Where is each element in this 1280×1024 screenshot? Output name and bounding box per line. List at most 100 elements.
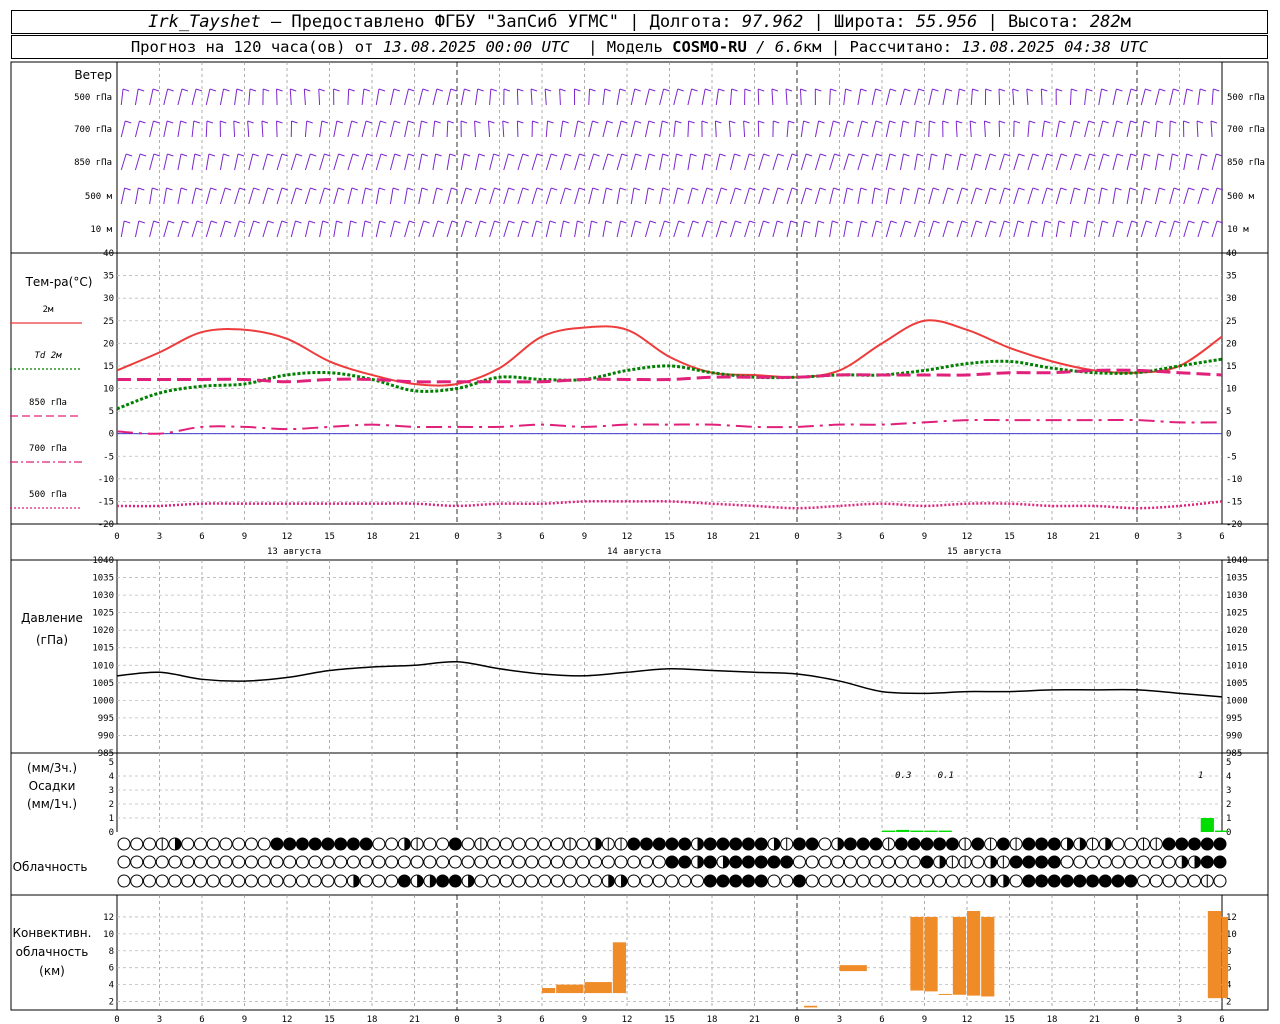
cloud-cover-mark: [1079, 838, 1086, 850]
wind-barb-feather: [182, 220, 189, 224]
convective-bar: [556, 984, 584, 994]
wind-barb-feather: [763, 220, 770, 224]
wind-barb-staff: [772, 220, 778, 238]
wind-barb-feather: [477, 88, 484, 92]
hour-label-bottom: 18: [707, 1015, 718, 1024]
wind-barb-staff: [829, 220, 833, 238]
wind-title: Ветер: [74, 68, 112, 82]
wind-barb-staff: [942, 153, 947, 171]
cloud-cover-circle: [385, 837, 399, 851]
cloud-cover-circle: [869, 855, 883, 869]
wind-barb-feather: [990, 187, 997, 191]
hour-label: 9: [242, 532, 247, 542]
cloud-cover-circle: [372, 837, 386, 851]
precip-bar: [882, 830, 896, 832]
wind-barb-staff: [333, 220, 337, 238]
cloud-cover-circle: [945, 837, 959, 851]
hour-label: 21: [749, 532, 760, 542]
wind-barb-feather: [350, 220, 357, 224]
wind-barb-staff: [744, 187, 750, 205]
convective-tick-unused: 2: [109, 998, 114, 1008]
cloud-cover-circle: [843, 855, 857, 869]
wind-barb-feather: [153, 120, 160, 124]
wind-barb-feather: [322, 220, 329, 224]
wind-barb-feather: [449, 153, 456, 157]
wind-barb-staff: [1112, 120, 1118, 138]
wind-barb-staff: [942, 220, 949, 238]
convective-bar: [952, 916, 966, 995]
wind-barb-feather: [845, 88, 852, 92]
wind-barb-feather: [408, 153, 415, 157]
wind-barb-feather: [692, 220, 699, 224]
wind-barb-feather: [932, 88, 939, 92]
wind-barb-staff: [814, 220, 819, 238]
wind-barb-feather: [929, 120, 936, 124]
wind-barb-staff: [800, 153, 807, 171]
wind-barb-staff: [177, 153, 182, 171]
cloud-cover-circle: [1035, 837, 1049, 851]
cloud-cover-circle: [563, 874, 577, 888]
wind-barb-staff: [885, 153, 891, 171]
wind-barb-feather: [365, 120, 373, 124]
hour-label: 18: [1047, 532, 1058, 542]
precip-tick: 1: [109, 814, 114, 824]
pressure-tick: 1020: [1226, 626, 1248, 636]
wind-barb-feather: [805, 187, 813, 191]
wind-barb-staff: [1126, 88, 1132, 106]
temperature-legend-label: 700 гПа: [29, 444, 67, 454]
wind-barb-feather: [206, 120, 214, 124]
wind-barb-staff: [673, 120, 676, 138]
wind-barb-staff: [389, 187, 394, 205]
cloud-cover-circle: [283, 855, 297, 869]
wind-barb-staff: [800, 187, 807, 205]
cloud-cover-circle: [142, 855, 156, 869]
wind-barb-feather: [758, 120, 765, 124]
precip-tick: 4: [1226, 772, 1231, 782]
temperature-tick: -15: [1226, 497, 1242, 507]
wind-barb-staff: [574, 153, 580, 171]
cloud-cover-mark: [1003, 875, 1010, 887]
precip-annotation: 1: [1198, 771, 1203, 781]
wind-barb-feather: [607, 153, 614, 157]
wind-barb-staff: [1169, 187, 1175, 205]
cloud-cover-circle: [958, 874, 972, 888]
wind-barb-feather: [605, 220, 613, 224]
temperature-legend-label: 2м: [43, 305, 54, 315]
wind-barb-feather: [253, 187, 260, 191]
wind-barb-staff: [219, 88, 225, 106]
wind-barb-staff: [899, 153, 904, 171]
hour-label-bottom: 21: [749, 1015, 760, 1024]
wind-barb-staff: [418, 153, 423, 171]
cloud-cover-circle: [971, 837, 985, 851]
hour-label: 9: [582, 532, 587, 542]
wind-barb-feather: [223, 88, 230, 92]
wind-barb-staff: [191, 88, 197, 106]
wind-barb-staff: [630, 88, 636, 106]
wind-barb-staff: [191, 153, 196, 171]
cloud-cover-circle: [792, 837, 806, 851]
cloud-cover-circle: [576, 837, 590, 851]
wind-barb-staff: [574, 220, 578, 238]
wind-barb-staff: [1041, 187, 1048, 205]
wind-barb-feather: [1186, 153, 1193, 157]
wind-barb-staff: [857, 120, 863, 138]
wind-barb-staff: [1098, 120, 1104, 138]
wind-barb-staff: [1112, 88, 1117, 106]
cloud-cover-circle: [754, 874, 768, 888]
pressure-tick: 990: [98, 731, 114, 741]
wind-barb-feather: [338, 153, 345, 157]
wind-barb-staff: [163, 187, 167, 205]
convective-bar: [612, 942, 626, 994]
wind-level-label: 10 м: [1227, 225, 1249, 235]
pressure-tick: 1005: [1226, 679, 1248, 689]
wind-barb-feather: [547, 120, 554, 124]
cloud-cover-circle: [627, 855, 641, 869]
wind-barb-staff: [502, 120, 505, 138]
wind-barb-staff: [361, 153, 368, 171]
wind-barb-feather: [874, 187, 881, 191]
wind-barb-staff: [928, 187, 934, 205]
wind-barb-staff: [347, 153, 354, 171]
temperature-tick: 40: [1226, 249, 1237, 259]
wind-barb-feather: [1060, 153, 1068, 157]
cloud-cover-circle: [678, 855, 692, 869]
